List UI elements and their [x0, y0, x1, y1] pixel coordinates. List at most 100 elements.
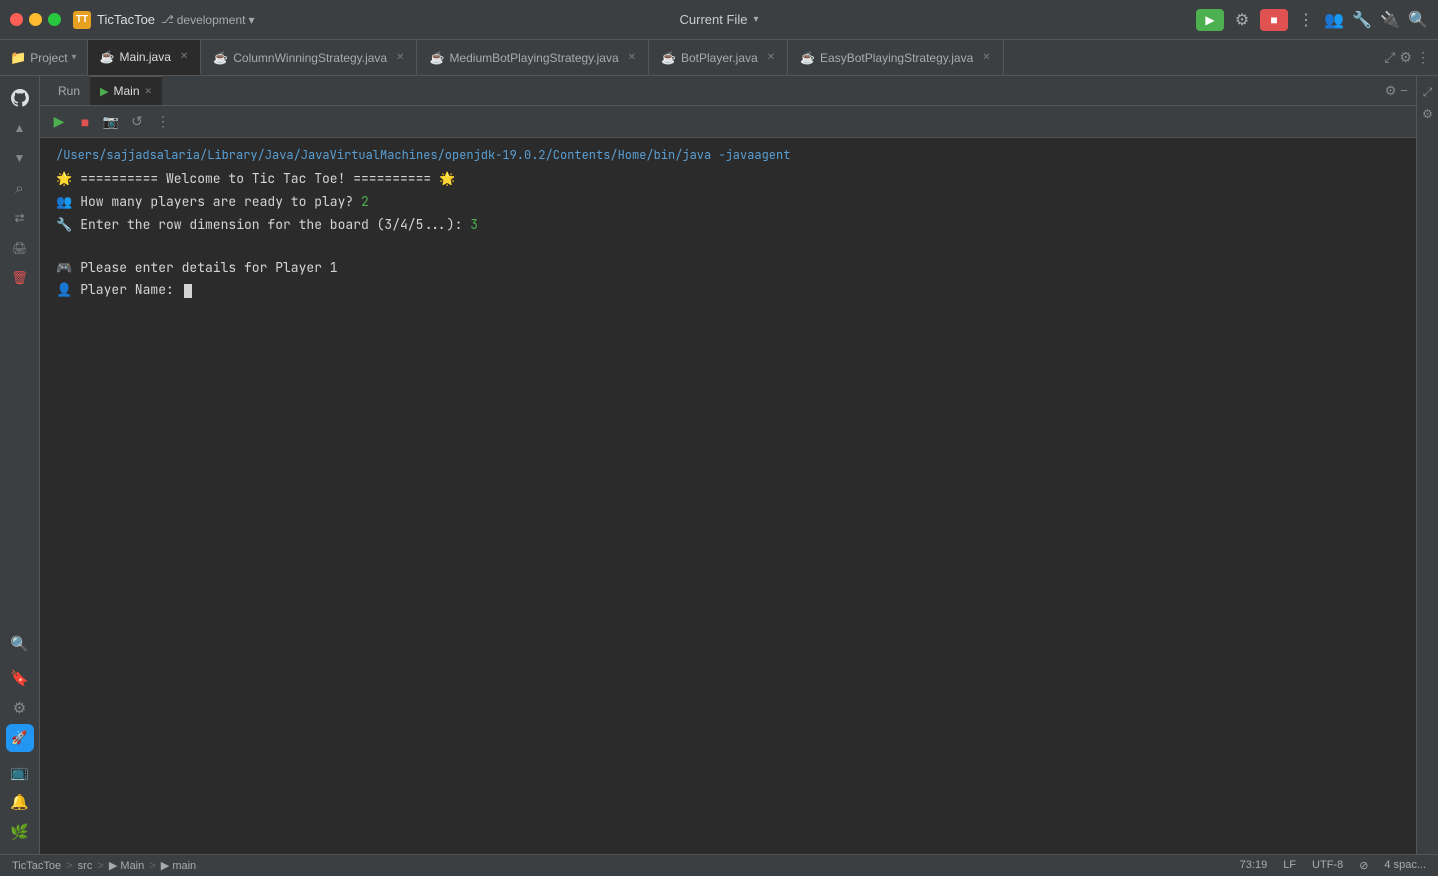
- branch-icon[interactable]: 🌿: [6, 818, 34, 846]
- print-icon[interactable]: 🖨: [6, 234, 34, 262]
- status-bar: TicTacToe > src > ▶ Main > ▶ main 73:19 …: [0, 854, 1438, 876]
- encoding[interactable]: UTF-8: [1312, 859, 1343, 872]
- expand-icon[interactable]: ⤢: [1384, 49, 1395, 66]
- minimize-button[interactable]: [29, 13, 42, 26]
- settings-icon[interactable]: ⚙: [1232, 10, 1252, 30]
- tab-column-winning[interactable]: ☕ ColumnWinningStrategy.java ✕: [201, 40, 417, 75]
- dimension-value: 3: [470, 216, 478, 233]
- tab-column-winning-close[interactable]: ✕: [396, 52, 404, 63]
- run-tab-main-label: Main: [113, 84, 139, 98]
- scroll-down-icon[interactable]: ▼: [6, 144, 34, 172]
- player-name-text: Player Name:: [80, 280, 191, 301]
- breadcrumb-main[interactable]: Main: [120, 860, 144, 872]
- stop-run-button[interactable]: ■: [74, 111, 96, 133]
- console-output[interactable]: /Users/sajjadsalaria/Library/Java/JavaVi…: [40, 138, 1416, 854]
- current-file-chevron[interactable]: ▾: [753, 14, 758, 25]
- tab-easy-bot-close[interactable]: ✕: [982, 52, 990, 63]
- people-icon[interactable]: 👥: [1324, 10, 1344, 30]
- branch-indicator[interactable]: ⎇ development ▾: [161, 13, 254, 27]
- project-label: Project: [30, 51, 67, 65]
- run-tabs: Run ▶ Main ✕ ⚙ −: [40, 76, 1416, 106]
- run-panel-collapse-icon[interactable]: −: [1400, 83, 1408, 98]
- person-emoji: 👤: [56, 280, 72, 301]
- console-line-player-name: 👤 Player Name:: [56, 280, 1400, 301]
- branch-name: development: [177, 13, 246, 27]
- java-file-icon-5: ☕: [800, 51, 815, 65]
- find-icon[interactable]: 🔍: [6, 630, 34, 658]
- console-line-welcome: 🌟 ========== Welcome to Tic Tac Toe! ===…: [56, 169, 1400, 190]
- project-folder-icon: 📁: [10, 50, 26, 66]
- tab-easy-bot-label: EasyBotPlayingStrategy.java: [820, 51, 973, 65]
- players-emoji: 👥: [56, 192, 72, 213]
- delete-icon[interactable]: 🗑: [6, 264, 34, 292]
- bom-icon: ⊘: [1359, 859, 1368, 872]
- app-title: TT TicTacToe ⎇ development ▾: [73, 11, 254, 29]
- tab-main-java[interactable]: ☕ Main.java ✕: [88, 40, 202, 75]
- tab-main-java-label: Main.java: [120, 50, 171, 64]
- tab-medium-bot-close[interactable]: ✕: [628, 52, 636, 63]
- notification-icon[interactable]: 🔔: [6, 788, 34, 816]
- cursor-blink: [184, 284, 192, 298]
- project-tab[interactable]: 📁 Project ▾: [0, 40, 88, 75]
- breadcrumb-src[interactable]: src: [78, 860, 93, 872]
- cursor-position[interactable]: 73:19: [1240, 859, 1268, 872]
- console-empty-line: [56, 238, 1400, 256]
- right-sidebar-icon-1[interactable]: ⤢: [1420, 84, 1436, 100]
- java-file-icon-2: ☕: [213, 51, 228, 65]
- tab-easy-bot[interactable]: ☕ EasyBotPlayingStrategy.java ✕: [788, 40, 1004, 75]
- gear-icon[interactable]: ⚙: [6, 694, 34, 722]
- breadcrumb-method[interactable]: main: [172, 860, 196, 872]
- java-file-icon: ☕: [100, 50, 115, 64]
- console-line-dimension: 🔧 Enter the row dimension for the board …: [56, 215, 1400, 236]
- java-file-icon-4: ☕: [661, 51, 676, 65]
- diff-icon[interactable]: ⇄: [6, 204, 34, 232]
- console-line-players: 👥 How many players are ready to play? 2: [56, 192, 1400, 213]
- run-tab-main-close[interactable]: ✕: [145, 86, 153, 97]
- breadcrumb-main-icon2: ▶: [161, 860, 169, 872]
- indentation[interactable]: 4 spac...: [1384, 859, 1426, 872]
- search-left-icon[interactable]: ⌕: [6, 174, 34, 202]
- current-file-label: Current File: [680, 12, 748, 27]
- app-name: TicTacToe: [97, 12, 155, 27]
- breadcrumb-project[interactable]: TicTacToe: [12, 860, 61, 872]
- branch-chevron: ▾: [248, 13, 254, 27]
- tab-medium-bot[interactable]: ☕ MediumBotPlayingStrategy.java ✕: [417, 40, 649, 75]
- tab-medium-bot-label: MediumBotPlayingStrategy.java: [449, 51, 618, 65]
- screenshot-button[interactable]: 📷: [100, 111, 122, 133]
- tools-icon[interactable]: 🔧: [1352, 10, 1372, 30]
- more-icon[interactable]: ⋮: [1296, 10, 1316, 30]
- status-right: 73:19 LF UTF-8 ⊘ 4 spac...: [1240, 859, 1426, 872]
- terminal-icon[interactable]: 📺: [6, 758, 34, 786]
- tab-bot-player-close[interactable]: ✕: [767, 52, 775, 63]
- restart-button[interactable]: ↺: [126, 111, 148, 133]
- tab-bot-player[interactable]: ☕ BotPlayer.java ✕: [649, 40, 788, 75]
- resume-button[interactable]: ▶: [48, 111, 70, 133]
- run-tab-main[interactable]: ▶ Main ✕: [90, 76, 162, 105]
- deploy-icon[interactable]: 🚀: [6, 724, 34, 752]
- scroll-up-icon[interactable]: ▲: [6, 114, 34, 142]
- title-right: ▶ ⚙ ■ ⋮ 👥 🔧 🔌 🔍: [1196, 9, 1428, 31]
- right-sidebar: ⤢ ⚙: [1416, 76, 1438, 854]
- settings-gear-icon[interactable]: ⚙: [1399, 49, 1412, 66]
- run-panel-settings-icon[interactable]: ⚙: [1385, 83, 1397, 99]
- traffic-lights: [10, 13, 61, 26]
- run-panel: Run ▶ Main ✕ ⚙ − ▶ ■ 📷 ↺ ⋮ /Users/sajjad…: [40, 76, 1416, 854]
- stop-button[interactable]: ■: [1260, 9, 1288, 31]
- right-sidebar-icon-2[interactable]: ⚙: [1420, 106, 1436, 122]
- tab-main-java-close[interactable]: ✕: [180, 51, 188, 62]
- bookmark-icon[interactable]: 🔖: [6, 664, 34, 692]
- line-ending[interactable]: LF: [1283, 859, 1296, 872]
- breadcrumb: TicTacToe > src > ▶ Main > ▶ main: [12, 859, 196, 872]
- search-icon[interactable]: 🔍: [1408, 10, 1428, 30]
- plugins-icon[interactable]: 🔌: [1380, 10, 1400, 30]
- run-tab-run[interactable]: Run: [48, 76, 90, 105]
- github-icon[interactable]: [6, 84, 34, 112]
- tab-more-icon[interactable]: ⋮: [1416, 49, 1430, 66]
- wrench-emoji: 🔧: [56, 215, 72, 236]
- maximize-button[interactable]: [48, 13, 61, 26]
- more-run-button[interactable]: ⋮: [152, 111, 174, 133]
- run-button[interactable]: ▶: [1196, 9, 1224, 31]
- gamepad-emoji: 🎮: [56, 258, 72, 279]
- close-button[interactable]: [10, 13, 23, 26]
- project-chevron[interactable]: ▾: [72, 52, 77, 63]
